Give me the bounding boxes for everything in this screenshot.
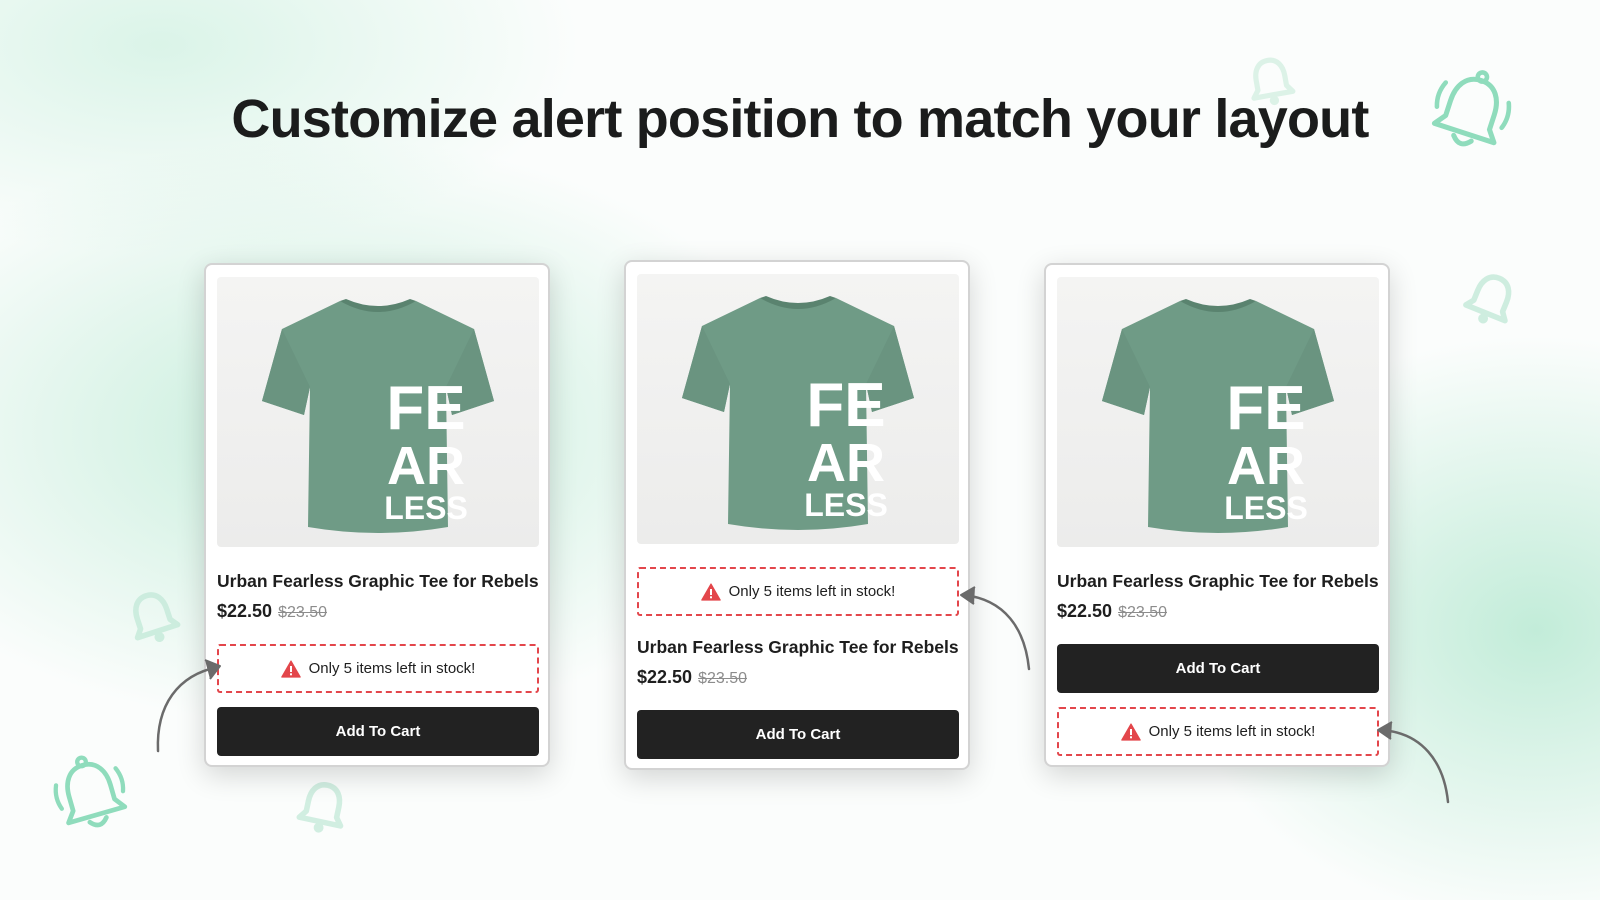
print-line: LESS — [804, 487, 888, 523]
add-to-cart-button[interactable]: Add To Cart — [637, 710, 959, 759]
bell-icon — [286, 770, 360, 844]
print-line: FE — [386, 374, 465, 443]
bell-icon — [1413, 54, 1529, 170]
tshirt-image: FE AR LESS — [1102, 289, 1334, 537]
price-row: $22.50 $23.50 — [637, 667, 747, 688]
curved-arrow-icon — [1377, 721, 1450, 804]
sale-price: $22.50 — [637, 667, 693, 687]
print-line: LESS — [1224, 490, 1308, 526]
product-image: FE AR LESS — [1057, 277, 1379, 547]
curved-arrow-icon — [960, 586, 1031, 671]
low-stock-alert: Only 5 items left in stock! — [217, 644, 539, 693]
bell-icon — [1237, 47, 1304, 114]
tshirt-image: FE AR LESS — [682, 286, 914, 534]
low-stock-alert: Only 5 items left in stock! — [637, 567, 959, 616]
bell-icon — [38, 742, 144, 848]
product-card-alert-below-button: FE AR LESS Urban Fearless Graphic Tee fo… — [1044, 263, 1390, 767]
alert-text: Only 5 items left in stock! — [1148, 723, 1316, 740]
print-line: AR — [1227, 436, 1305, 496]
product-image: FE AR LESS — [637, 274, 959, 544]
print-line: FE — [806, 371, 885, 440]
compare-price: $23.50 — [698, 670, 747, 687]
add-to-cart-button[interactable]: Add To Cart — [1057, 644, 1379, 693]
tshirt-image: FE AR LESS — [262, 289, 494, 537]
price-row: $22.50 $23.50 — [217, 601, 327, 622]
price-row: $22.50 $23.50 — [1057, 601, 1167, 622]
print-line: AR — [807, 433, 885, 493]
add-to-cart-button[interactable]: Add To Cart — [217, 707, 539, 756]
product-title[interactable]: Urban Fearless Graphic Tee for Rebels — [1057, 571, 1387, 592]
product-card-alert-above-title: FE AR LESS Only 5 items left in stock! U… — [624, 260, 970, 770]
product-image: FE AR LESS — [217, 277, 539, 547]
print-line: FE — [1226, 374, 1305, 443]
alert-text: Only 5 items left in stock! — [728, 583, 896, 600]
warning-triangle-icon — [1121, 723, 1141, 741]
compare-price: $23.50 — [278, 604, 327, 621]
bell-icon — [1451, 259, 1532, 340]
compare-price: $23.50 — [1118, 604, 1167, 621]
bell-icon — [114, 578, 192, 656]
print-line: AR — [387, 436, 465, 496]
sale-price: $22.50 — [1057, 601, 1113, 621]
print-line: LESS — [384, 490, 468, 526]
warning-triangle-icon — [281, 660, 301, 678]
product-title[interactable]: Urban Fearless Graphic Tee for Rebels — [637, 637, 967, 658]
product-title[interactable]: Urban Fearless Graphic Tee for Rebels — [217, 571, 547, 592]
curved-arrow-icon — [156, 659, 221, 753]
page-headline: Customize alert position to match your l… — [231, 89, 1369, 149]
warning-triangle-icon — [701, 583, 721, 601]
sale-price: $22.50 — [217, 601, 273, 621]
alert-text: Only 5 items left in stock! — [308, 660, 476, 677]
product-card-alert-below-price: FE AR LESS Urban Fearless Graphic Tee fo… — [204, 263, 550, 767]
low-stock-alert: Only 5 items left in stock! — [1057, 707, 1379, 756]
